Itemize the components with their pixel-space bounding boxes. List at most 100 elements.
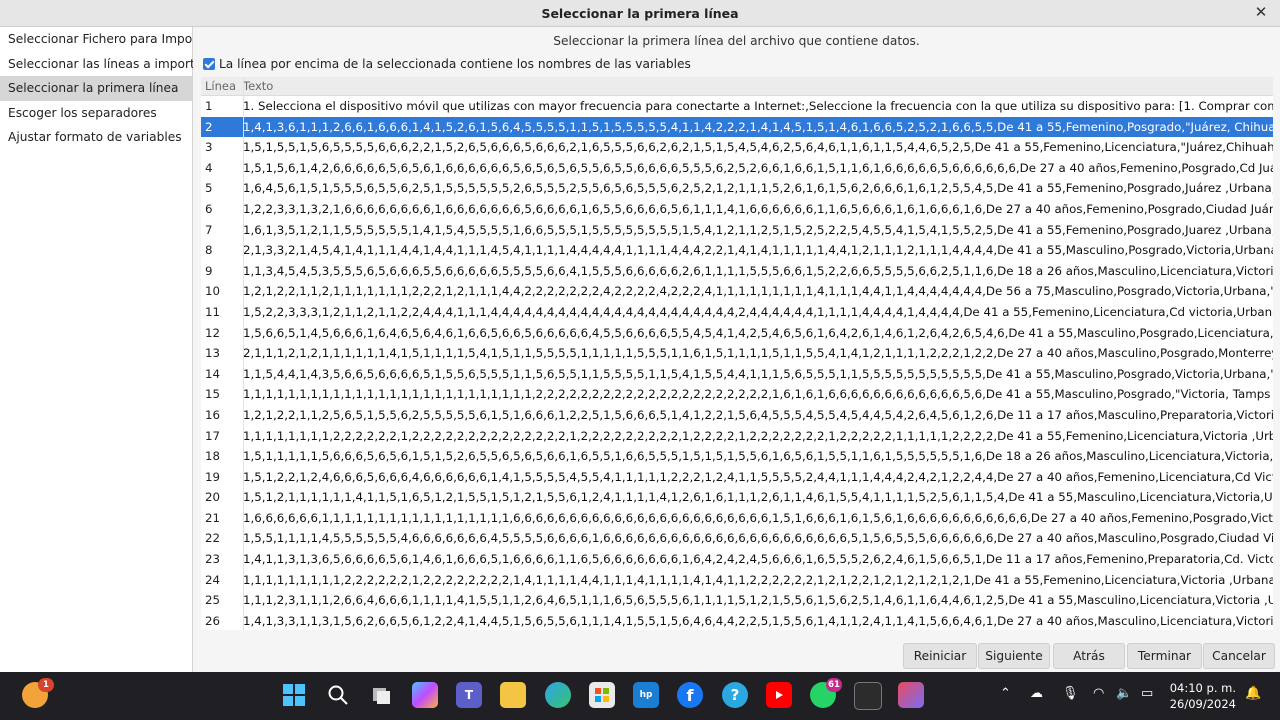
line-number: 13	[205, 346, 221, 361]
table-row[interactable]: 24 1,1,1,1,1,1,1,1,1,2,2,2,2,2,2,1,2,2,2,…	[201, 570, 1273, 591]
line-text: 1,2,1,2,2,1,1,2,1,1,1,1,1,1,1,2,2,2,1,2,…	[243, 284, 1273, 299]
sidebar-item-select-file[interactable]: Seleccionar Fichero para Importar	[0, 27, 214, 52]
line-text: 1,5,1,2,1,1,1,1,1,1,4,1,1,5,1,6,5,1,2,1,…	[243, 490, 1273, 505]
table-row[interactable]: 12 1,5,6,6,5,1,4,5,6,6,6,1,6,4,6,5,6,4,6,…	[201, 323, 1273, 344]
table-row[interactable]: 22 1,5,5,1,1,1,1,4,5,5,5,5,5,5,4,6,6,6,6,…	[201, 528, 1273, 549]
table-row[interactable]: 18 1,5,1,1,1,1,1,5,6,6,6,5,6,5,6,1,5,1,5,…	[201, 446, 1273, 467]
table-row[interactable]: 26 1,4,1,3,3,1,1,3,1,5,6,2,6,6,5,6,1,2,2,…	[201, 611, 1273, 630]
line-text: 1,1,1,1,1,1,1,1,2,2,2,2,2,2,1,2,2,2,2,2,…	[243, 428, 1273, 443]
chevron-up-icon[interactable]: ⌃	[1000, 686, 1011, 701]
volume-icon[interactable]: 🔈	[1116, 686, 1132, 701]
line-text: 1,5,1,1,1,1,1,5,6,6,6,5,6,5,6,1,5,1,5,2,…	[243, 449, 1273, 464]
edge-icon[interactable]	[545, 682, 571, 708]
line-text: 2,1,1,1,2,1,2,1,1,1,1,1,1,4,1,5,1,1,1,1,…	[243, 346, 1273, 361]
line-number: 12	[205, 325, 221, 340]
table-body: 1 1. Selecciona el dispositivo móvil que …	[201, 96, 1273, 630]
line-number: 14	[205, 366, 221, 381]
myhp-icon[interactable]: hp	[633, 682, 659, 708]
table-row[interactable]: 1 1. Selecciona el dispositivo móvil que …	[201, 96, 1273, 117]
clock-time[interactable]: 04:10 p. m.	[1168, 681, 1236, 695]
sidebar-item-separators[interactable]: Escoger los separadores	[0, 101, 192, 126]
column-header-line: Línea	[205, 79, 237, 93]
line-text: 1,5,5,1,1,1,1,4,5,5,5,5,5,5,4,6,6,6,6,6,…	[243, 531, 1273, 546]
sidebar-item-variable-format[interactable]: Ajustar formato de variables	[0, 125, 192, 150]
header-names-checkbox[interactable]	[203, 58, 215, 70]
table-row[interactable]: 23 1,4,1,1,3,1,3,6,5,6,6,6,6,5,6,1,4,6,1,…	[201, 549, 1273, 570]
copilot-icon[interactable]	[412, 682, 438, 708]
table-row[interactable]: 10 1,2,1,2,2,1,1,2,1,1,1,1,1,1,1,2,2,2,1,…	[201, 281, 1273, 302]
battery-icon[interactable]: ▭	[1141, 686, 1153, 701]
reset-button[interactable]: Reiniciar	[903, 643, 977, 669]
table-row[interactable]: 6 1,2,2,3,3,1,3,2,1,6,6,6,6,6,6,6,6,1,6,6…	[201, 199, 1273, 220]
sidebar-item-first-line[interactable]: Seleccionar la primera línea	[0, 76, 192, 101]
teams-icon[interactable]: T	[456, 682, 482, 708]
finish-button[interactable]: Terminar	[1127, 643, 1202, 669]
line-number: 18	[205, 449, 221, 464]
microphone-icon[interactable]: 🎙	[1062, 686, 1079, 701]
table-row[interactable]: 21 1,6,6,6,6,6,6,1,1,1,1,1,1,1,1,1,1,1,1,…	[201, 508, 1273, 529]
terminal-icon[interactable]	[854, 682, 882, 710]
main-panel: Seleccionar la primera línea del archivo…	[193, 27, 1280, 672]
line-text: 1,5,1,2,2,1,2,4,6,6,6,5,6,6,6,4,6,6,6,6,…	[243, 469, 1273, 484]
table-row[interactable]: 13 2,1,1,1,2,1,2,1,1,1,1,1,1,4,1,5,1,1,1,…	[201, 343, 1273, 364]
line-number: 6	[205, 201, 213, 216]
table-row[interactable]: 4 1,5,1,5,6,1,4,2,6,6,6,6,6,5,6,5,6,1,6,6…	[201, 158, 1273, 179]
table-row[interactable]: 3 1,5,1,5,5,1,5,6,5,5,5,5,6,6,6,2,2,1,5,2…	[201, 137, 1273, 158]
table-row[interactable]: 8 2,1,3,3,2,1,4,5,4,1,4,1,1,1,4,4,1,4,4,1…	[201, 240, 1273, 261]
table-row[interactable]: 2 1,4,1,3,6,1,1,1,2,6,6,1,6,6,6,1,4,1,5,2…	[201, 116, 1273, 138]
youtube-icon[interactable]	[766, 682, 792, 708]
table-row[interactable]: 5 1,6,4,5,6,1,5,1,5,5,5,6,5,5,6,2,5,1,5,5…	[201, 178, 1273, 199]
line-text: 1,4,1,3,3,1,1,3,1,5,6,2,6,6,5,6,1,2,2,4,…	[243, 613, 1273, 628]
cancel-button[interactable]: Cancelar	[1203, 643, 1275, 669]
task-view-icon[interactable]	[369, 682, 395, 708]
notification-bell-icon[interactable]: 🔔	[1245, 686, 1261, 701]
line-number: 21	[205, 510, 221, 525]
wizard-steps-sidebar: Seleccionar Fichero para Importar Selecc…	[0, 27, 214, 672]
line-text: 1,1,1,2,3,1,1,1,2,6,6,4,6,6,6,1,1,1,1,4,…	[243, 593, 1273, 608]
header-row-checkbox-row[interactable]: La línea por encima de la seleccionada c…	[203, 56, 691, 72]
line-text: 1,5,1,5,5,1,5,6,5,5,5,5,6,6,6,2,2,1,5,2,…	[243, 140, 1273, 155]
line-text: 2,1,3,3,2,1,4,5,4,1,4,1,1,1,4,4,1,4,4,1,…	[243, 243, 1273, 258]
search-icon[interactable]	[325, 682, 351, 708]
lines-table[interactable]: Línea Texto 1 1. Selecciona el dispositiv…	[201, 77, 1273, 630]
line-number: 24	[205, 572, 221, 587]
back-button[interactable]: Atrás	[1053, 643, 1125, 669]
table-row[interactable]: 16 1,2,1,2,2,1,1,2,5,6,5,1,5,5,6,2,5,5,5,…	[201, 405, 1273, 426]
wifi-icon[interactable]: ◠	[1093, 686, 1104, 701]
table-row[interactable]: 11 1,5,2,2,3,3,3,1,2,1,1,2,1,1,2,2,4,4,4,…	[201, 302, 1273, 323]
line-number: 4	[205, 160, 213, 175]
table-row[interactable]: 17 1,1,1,1,1,1,1,1,2,2,2,2,2,2,1,2,2,2,2,…	[201, 426, 1273, 447]
line-text: 1,6,6,6,6,6,6,1,1,1,1,1,1,1,1,1,1,1,1,1,…	[243, 510, 1273, 525]
facebook-icon[interactable]: f	[677, 682, 703, 708]
store-icon[interactable]	[589, 682, 615, 708]
line-text: 1,6,4,5,6,1,5,1,5,5,5,6,5,5,6,2,5,1,5,5,…	[243, 181, 1273, 196]
line-number: 25	[205, 593, 221, 608]
file-explorer-icon[interactable]	[500, 682, 526, 708]
table-row[interactable]: 19 1,5,1,2,2,1,2,4,6,6,6,5,6,6,6,4,6,6,6,…	[201, 467, 1273, 488]
table-row[interactable]: 9 1,1,3,4,5,4,5,3,5,5,5,6,5,6,6,6,5,5,6,6…	[201, 261, 1273, 282]
table-row[interactable]: 20 1,5,1,2,1,1,1,1,1,1,4,1,1,5,1,6,5,1,2,…	[201, 487, 1273, 508]
next-button[interactable]: Siguiente	[978, 643, 1050, 669]
cloud-icon[interactable]: ☁	[1030, 686, 1043, 701]
table-row[interactable]: 14 1,1,5,4,4,1,4,3,5,6,6,5,6,6,6,6,5,1,5,…	[201, 364, 1273, 385]
windows-start-icon[interactable]	[281, 682, 307, 708]
weather-icon[interactable]: 1	[22, 678, 54, 708]
line-text: 1,5,6,6,5,1,4,5,6,6,6,1,6,4,6,5,6,4,6,1,…	[243, 325, 1273, 340]
weather-badge: 1	[38, 678, 54, 692]
line-number: 7	[205, 222, 213, 237]
line-number: 20	[205, 490, 221, 505]
close-icon[interactable]: ✕	[1252, 3, 1270, 21]
sidebar-item-select-lines[interactable]: Seleccionar las líneas a importar	[0, 52, 207, 77]
table-row[interactable]: 7 1,6,1,3,5,1,2,1,1,5,5,5,5,5,5,1,4,1,5,4…	[201, 220, 1273, 241]
app-icon[interactable]	[898, 682, 924, 708]
line-number: 22	[205, 531, 221, 546]
clock-date[interactable]: 26/09/2024	[1168, 697, 1236, 711]
table-row[interactable]: 15 1,1,1,1,1,1,1,1,1,1,1,1,1,1,1,1,1,1,1,…	[201, 384, 1273, 405]
column-divider	[243, 77, 244, 630]
line-text: 1,6,1,3,5,1,2,1,1,5,5,5,5,5,5,1,4,1,5,4,…	[243, 222, 1273, 237]
table-row[interactable]: 25 1,1,1,2,3,1,1,1,2,6,6,4,6,6,6,1,1,1,1,…	[201, 590, 1273, 611]
instruction-text: Seleccionar la primera línea del archivo…	[553, 34, 920, 48]
whatsapp-icon[interactable]: 61	[810, 678, 842, 708]
tips-icon[interactable]: ?	[722, 682, 748, 708]
line-number: 3	[205, 140, 213, 155]
